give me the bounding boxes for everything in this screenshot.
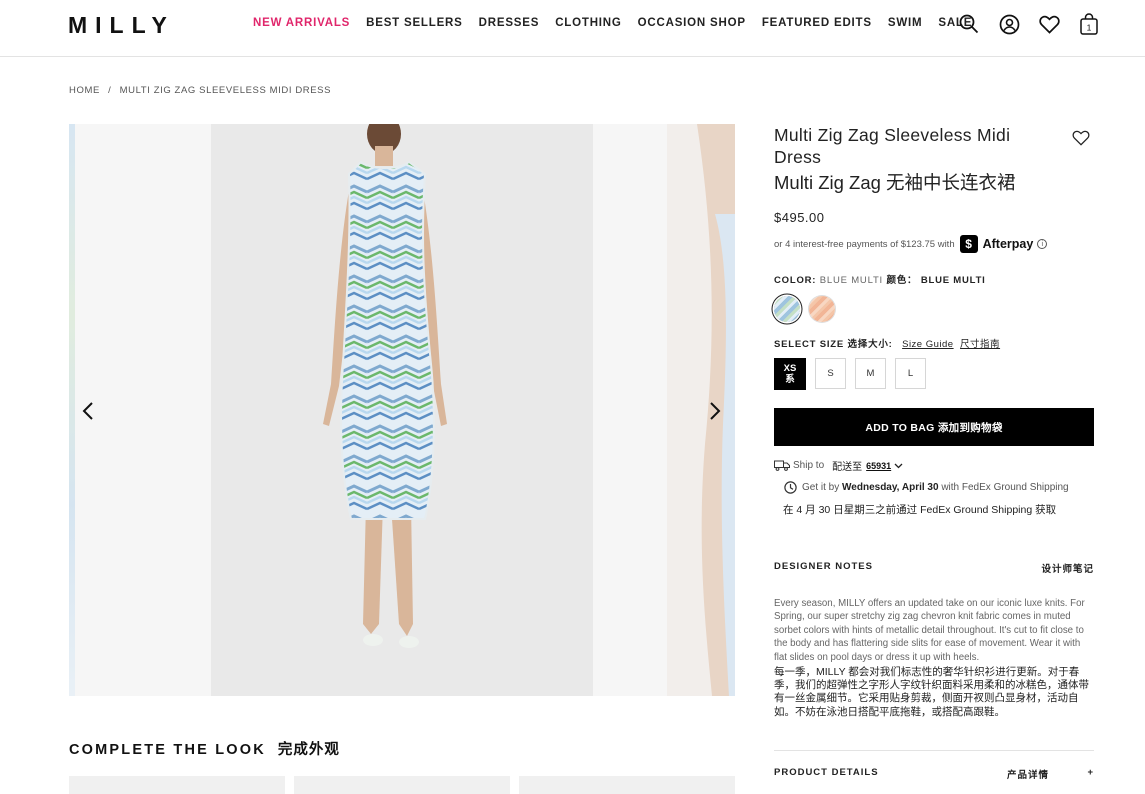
site-header: MILLY NEW ARRIVALS BEST SELLERS DRESSES … — [0, 0, 1145, 57]
size-options: XS 系 S M L — [774, 358, 1094, 390]
chevron-down-icon — [894, 463, 903, 468]
designer-notes-label-cn: 设计师笔记 — [1041, 564, 1094, 575]
size-xs-label: XS — [783, 363, 797, 374]
ship-to-text-cn: 配送至 — [832, 462, 863, 473]
product-title: Multi Zig Zag Sleeveless Midi Dress — [774, 125, 1011, 167]
nav-dresses[interactable]: DRESSES — [479, 17, 540, 29]
breadcrumb-home[interactable]: HOME — [69, 85, 100, 96]
size-xs-button[interactable]: XS 系 — [774, 358, 806, 390]
product-title-cn: Multi Zig Zag 无袖中长连衣裙 — [774, 172, 1016, 193]
breadcrumb-separator: / — [108, 85, 112, 96]
ship-to-text: Ship to — [793, 460, 825, 471]
color-value: BLUE MULTI — [819, 275, 883, 286]
truck-icon — [774, 460, 790, 471]
color-label-text: COLOR: — [774, 275, 817, 286]
complete-the-look-label-cn: 完成外观 — [277, 742, 340, 758]
product-details-label-cn: 产品详情 — [1006, 770, 1049, 781]
designer-notes-text-cn: 每一季，MILLY 都会对我们标志性的奢华针织衫进行更新。对于春季，我们的超弹性… — [774, 666, 1089, 718]
clock-icon — [784, 481, 797, 494]
designer-notes-label: DESIGNER NOTES — [774, 561, 873, 572]
gallery-prev-image-edge — [69, 124, 75, 696]
product-info: Multi Zig Zag Sleeveless Midi Dress Mult… — [774, 124, 1094, 719]
nav-clothing[interactable]: CLOTHING — [555, 17, 621, 29]
delivery-estimate: Get it by Wednesday, April 30 with FedEx… — [784, 481, 1094, 494]
account-icon[interactable] — [998, 12, 1020, 36]
heart-icon[interactable] — [1038, 12, 1060, 36]
color-swatches — [774, 296, 1094, 322]
bag-icon[interactable]: 1 — [1078, 12, 1100, 36]
delivery-date: Wednesday, April 30 — [842, 482, 939, 493]
afterpay-brand: Afterpay — [982, 237, 1034, 251]
breadcrumb: HOME / MULTI ZIG ZAG SLEEVELESS MIDI DRE… — [69, 85, 336, 96]
swatch-blue-multi[interactable] — [774, 296, 800, 322]
gallery-next-arrow[interactable] — [705, 399, 725, 423]
size-guide-link[interactable]: Size Guide — [902, 339, 953, 350]
delivery-estimate-cn: 在 4 月 30 日星期三之前通过 FedEx Ground Shipping … — [783, 504, 1057, 516]
breadcrumb-current: MULTI ZIG ZAG SLEEVELESS MIDI DRESS — [119, 85, 332, 96]
product-details-accordion[interactable]: PRODUCT DETAILS 产品详情 + — [774, 750, 1094, 781]
size-m-button[interactable]: M — [855, 358, 886, 389]
size-label-cn: 选择大小: — [847, 339, 893, 350]
look-product-card[interactable] — [519, 776, 735, 794]
main-nav: NEW ARRIVALS BEST SELLERS DRESSES CLOTHI… — [253, 17, 988, 29]
color-label-cn: 颜色： — [886, 275, 918, 286]
nav-featured-edits[interactable]: FEATURED EDITS — [762, 17, 872, 29]
delivery-prefix: Get it by — [802, 482, 840, 493]
afterpay-message: or 4 interest-free payments of $123.75 w… — [774, 235, 1094, 253]
delivery-suffix: with FedEx Ground Shipping — [941, 482, 1069, 493]
nav-best-sellers[interactable]: BEST SELLERS — [366, 17, 463, 29]
header-icons: 1 — [958, 12, 1118, 36]
nav-occasion-shop[interactable]: OCCASION SHOP — [638, 17, 746, 29]
gallery-prev-arrow[interactable] — [78, 399, 98, 423]
complete-the-look-label: COMPLETE THE LOOK — [69, 742, 266, 758]
color-value-cn: BLUE MULTI — [920, 275, 986, 286]
gallery-main-image[interactable] — [211, 124, 593, 696]
look-product-card[interactable] — [294, 776, 510, 794]
add-to-bag-button[interactable]: ADD TO BAG 添加到购物袋 — [774, 408, 1094, 446]
zip-code-link[interactable]: 65931 — [866, 461, 891, 471]
size-guide-link-cn[interactable]: 尺寸指南 — [960, 339, 1000, 350]
plus-icon[interactable]: + — [1087, 767, 1094, 781]
size-s-button[interactable]: S — [815, 358, 846, 389]
product-gallery — [69, 124, 735, 696]
color-label: COLOR: BLUE MULTI 颜色： BLUE MULTI — [774, 272, 1094, 286]
size-xs-label-cn: 系 — [785, 374, 795, 385]
complete-the-look-products — [69, 776, 744, 794]
look-product-card[interactable] — [69, 776, 285, 794]
info-icon[interactable]: i — [1037, 239, 1048, 249]
afterpay-text: or 4 interest-free payments of $123.75 w… — [774, 238, 955, 250]
nav-swim[interactable]: SWIM — [888, 17, 923, 29]
search-icon[interactable] — [958, 12, 980, 36]
size-header: SELECT SIZE 选择大小: Size Guide 尺寸指南 — [774, 336, 1094, 350]
swatch-peach-multi[interactable] — [809, 296, 835, 322]
afterpay-logo-icon: $ — [959, 235, 978, 253]
designer-notes-text: Every season, MILLY offers an updated ta… — [774, 598, 1085, 663]
wishlist-heart-icon[interactable] — [1072, 130, 1092, 148]
product-model-photo — [323, 124, 447, 648]
size-l-button[interactable]: L — [895, 358, 926, 389]
nav-new-arrivals[interactable]: NEW ARRIVALS — [253, 17, 350, 29]
ship-to-row[interactable]: Ship to 配送至 65931 — [774, 458, 1094, 473]
designer-notes-header: DESIGNER NOTES 设计师笔记 — [774, 561, 1094, 575]
cart-count: 1 — [1087, 23, 1092, 33]
complete-the-look-heading: COMPLETE THE LOOK 完成外观 — [69, 738, 340, 759]
product-price: $495.00 — [774, 210, 825, 225]
milly-logo[interactable]: MILLY — [68, 12, 175, 39]
product-details-label: PRODUCT DETAILS — [774, 767, 879, 778]
size-label: SELECT SIZE — [774, 339, 845, 350]
